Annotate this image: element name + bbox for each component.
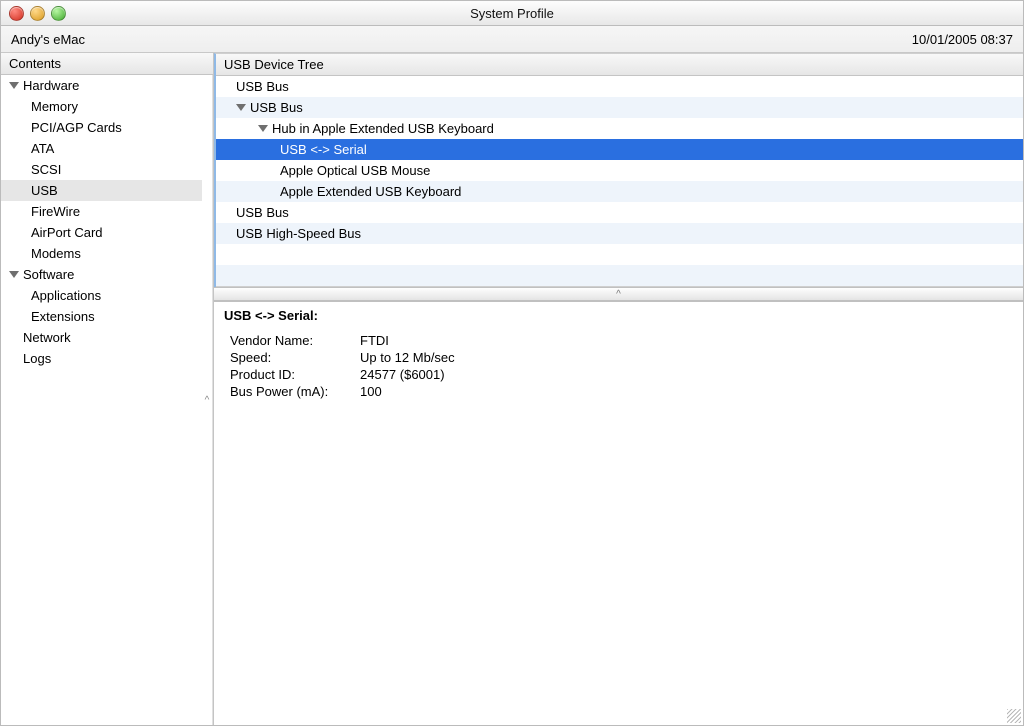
- sidebar-item-label: USB: [31, 183, 58, 198]
- device-tree-row[interactable]: Apple Optical USB Mouse: [216, 160, 1023, 181]
- titlebar[interactable]: System Profile: [1, 1, 1023, 26]
- sidebar-item-label: Memory: [31, 99, 78, 114]
- window: System Profile Andy's eMac 10/01/2005 08…: [0, 0, 1024, 726]
- device-tree-row: [216, 244, 1023, 265]
- resize-grip-icon[interactable]: [1007, 709, 1021, 723]
- details-key: Speed:: [230, 350, 360, 365]
- device-tree-row[interactable]: USB Bus: [216, 97, 1023, 118]
- device-tree-header: USB Device Tree: [216, 54, 1023, 76]
- sidebar-item-label: Network: [23, 330, 71, 345]
- chevron-down-icon[interactable]: [258, 125, 268, 132]
- column-resize-handle[interactable]: ^: [202, 75, 213, 725]
- sidebar-group-software[interactable]: Software: [1, 264, 202, 285]
- device-tree-row[interactable]: Apple Extended USB Keyboard: [216, 181, 1023, 202]
- chevron-down-icon[interactable]: [9, 271, 19, 278]
- info-bar: Andy's eMac 10/01/2005 08:37: [1, 26, 1023, 53]
- sidebar-header: Contents: [1, 53, 213, 75]
- device-tree-row[interactable]: Hub in Apple Extended USB Keyboard: [216, 118, 1023, 139]
- sidebar-item-airport[interactable]: AirPort Card: [1, 222, 202, 243]
- horizontal-splitter[interactable]: ^: [214, 287, 1023, 301]
- sidebar-item-pci-agp[interactable]: PCI/AGP Cards: [1, 117, 202, 138]
- details-key: Vendor Name:: [230, 333, 360, 348]
- window-body: Contents Hardware Memory PCI/AGP Cards A…: [1, 53, 1023, 725]
- device-tree[interactable]: USB Bus USB Bus Hub in Apple Extended USB …: [216, 76, 1023, 287]
- details-value: 100: [360, 384, 1013, 399]
- device-tree-label: USB Bus: [236, 79, 289, 94]
- device-tree-row: [216, 265, 1023, 286]
- sidebar-item-label: Extensions: [31, 309, 95, 324]
- sidebar-item-network[interactable]: Network: [1, 327, 202, 348]
- sidebar-item-logs[interactable]: Logs: [1, 348, 202, 369]
- main-panel: USB Device Tree USB Bus USB Bus Hub in App…: [214, 53, 1023, 725]
- device-tree-row[interactable]: USB <-> Serial: [216, 139, 1023, 160]
- device-tree-panel: USB Device Tree USB Bus USB Bus Hub in App…: [214, 53, 1023, 287]
- device-tree-row[interactable]: USB Bus: [216, 202, 1023, 223]
- device-tree-label: Apple Optical USB Mouse: [280, 163, 430, 178]
- device-tree-label: USB High-Speed Bus: [236, 226, 361, 241]
- device-tree-row[interactable]: USB High-Speed Bus: [216, 223, 1023, 244]
- sidebar-item-scsi[interactable]: SCSI: [1, 159, 202, 180]
- device-tree-label: Apple Extended USB Keyboard: [280, 184, 461, 199]
- sidebar-item-usb[interactable]: USB: [1, 180, 202, 201]
- sidebar-item-label: Logs: [23, 351, 51, 366]
- chevron-down-icon[interactable]: [236, 104, 246, 111]
- sidebar-item-label: ATA: [31, 141, 54, 156]
- device-tree-row[interactable]: USB Bus: [216, 76, 1023, 97]
- details-value: Up to 12 Mb/sec: [360, 350, 1013, 365]
- sidebar-item-label: PCI/AGP Cards: [31, 120, 122, 135]
- sidebar-item-modems[interactable]: Modems: [1, 243, 202, 264]
- details-title: USB <-> Serial:: [224, 308, 1013, 323]
- sidebar-item-applications[interactable]: Applications: [1, 285, 202, 306]
- sidebar-item-firewire[interactable]: FireWire: [1, 201, 202, 222]
- details-table: Vendor Name:FTDISpeed:Up to 12 Mb/secPro…: [230, 333, 1013, 399]
- details-value: 24577 ($6001): [360, 367, 1013, 382]
- sidebar-item-label: Modems: [31, 246, 81, 261]
- sidebar: Contents Hardware Memory PCI/AGP Cards A…: [1, 53, 214, 725]
- report-timestamp: 10/01/2005 08:37: [912, 32, 1013, 47]
- details-panel: USB <-> Serial: Vendor Name:FTDISpeed:Up…: [214, 301, 1023, 725]
- machine-name: Andy's eMac: [11, 32, 85, 47]
- details-key: Bus Power (mA):: [230, 384, 360, 399]
- sidebar-item-label: Applications: [31, 288, 101, 303]
- device-tree-label: USB Bus: [250, 100, 303, 115]
- sidebar-item-ata[interactable]: ATA: [1, 138, 202, 159]
- sidebar-item-label: AirPort Card: [31, 225, 103, 240]
- details-value: FTDI: [360, 333, 1013, 348]
- device-tree-label: USB <-> Serial: [280, 142, 367, 157]
- sidebar-group-label: Software: [23, 267, 74, 282]
- spacer-icon: [9, 355, 19, 362]
- sidebar-item-label: FireWire: [31, 204, 80, 219]
- window-title: System Profile: [1, 6, 1023, 21]
- sidebar-item-memory[interactable]: Memory: [1, 96, 202, 117]
- device-tree-label: Hub in Apple Extended USB Keyboard: [272, 121, 494, 136]
- chevron-down-icon[interactable]: [9, 82, 19, 89]
- sidebar-item-extensions[interactable]: Extensions: [1, 306, 202, 327]
- device-tree-label: USB Bus: [236, 205, 289, 220]
- sidebar-group-label: Hardware: [23, 78, 79, 93]
- details-key: Product ID:: [230, 367, 360, 382]
- contents-tree[interactable]: Hardware Memory PCI/AGP Cards ATA SCSI U…: [1, 75, 202, 725]
- sidebar-group-hardware[interactable]: Hardware: [1, 75, 202, 96]
- sidebar-item-label: SCSI: [31, 162, 61, 177]
- spacer-icon: [9, 334, 19, 341]
